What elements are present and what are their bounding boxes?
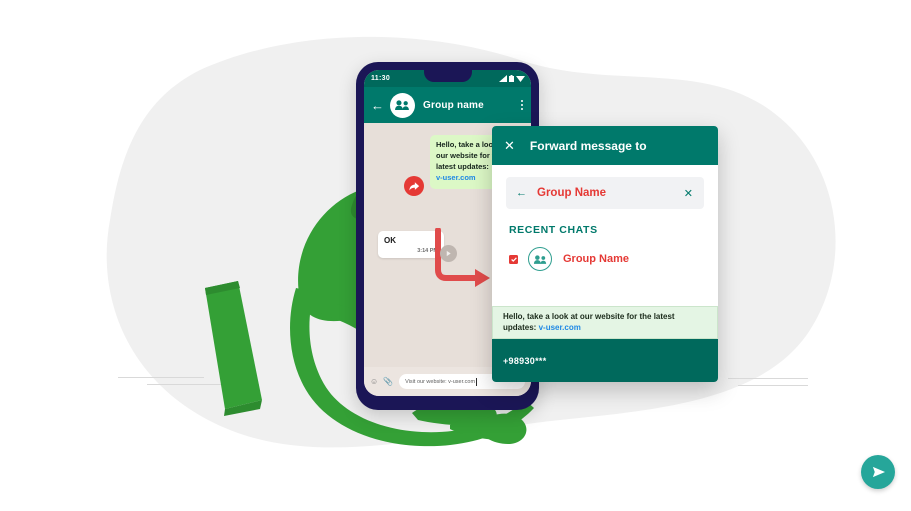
search-input-value: Group Name	[537, 187, 607, 199]
dialog-header: ✕ Forward message to	[492, 126, 718, 165]
emoji-icon[interactable]: ☺	[370, 377, 378, 386]
message-input-value: Visit our website: v-user.com	[405, 378, 476, 385]
chat-title: Group name	[423, 99, 484, 111]
overflow-menu-icon[interactable]	[521, 100, 523, 110]
back-arrow-icon[interactable]: ←	[371, 99, 384, 112]
send-button[interactable]	[861, 455, 895, 489]
preview-text: Hello, take a look at our website for th…	[503, 311, 675, 332]
search-input[interactable]: ← Group Name ✕	[506, 177, 704, 209]
text-caret	[476, 377, 478, 386]
chat-item-name: Group Name	[563, 253, 630, 265]
status-time: 11:30	[371, 75, 391, 82]
dialog-footer: +98930***	[492, 339, 718, 382]
incoming-message-text: OK	[384, 236, 396, 245]
message-preview: Hello, take a look at our website for th…	[492, 306, 718, 339]
attachment-icon[interactable]: 📎	[383, 377, 393, 386]
outgoing-message-link[interactable]: v-user.com	[436, 173, 476, 182]
chat-list-item[interactable]: Group Name	[509, 247, 718, 271]
recent-chats-label: RECENT CHATS	[509, 224, 598, 236]
close-icon[interactable]: ✕	[504, 139, 515, 152]
forward-message-dialog: ✕ Forward message to ← Group Name ✕ RECE…	[492, 126, 718, 382]
chat-header: ← Group name	[364, 87, 531, 123]
signal-icon	[499, 75, 507, 82]
dialog-title: Forward message to	[529, 138, 647, 153]
clear-icon[interactable]: ✕	[684, 187, 693, 200]
illustration-canvas: 11:30 ← Group name Hello, take a look at…	[0, 0, 911, 511]
preview-text-wrapper: Hello, take a look at our website for th…	[503, 312, 707, 334]
wifi-icon	[516, 76, 525, 82]
group-avatar-icon[interactable]	[390, 92, 415, 118]
preview-link[interactable]: v-user.com	[539, 323, 581, 332]
phone-notch	[423, 70, 472, 82]
drag-handle-icon	[440, 245, 457, 262]
send-icon	[872, 466, 885, 478]
back-arrow-icon[interactable]: ←	[516, 187, 527, 199]
forward-arrow-icon	[404, 176, 424, 196]
chat-checkbox[interactable]	[509, 254, 518, 264]
group-avatar-icon	[528, 247, 552, 271]
status-icons	[499, 75, 525, 82]
phone-number: +98930***	[503, 355, 547, 366]
incoming-message-time: 3:14 PM	[417, 248, 438, 254]
battery-icon	[509, 75, 514, 82]
search-wrapper: ← Group Name ✕	[492, 165, 718, 209]
